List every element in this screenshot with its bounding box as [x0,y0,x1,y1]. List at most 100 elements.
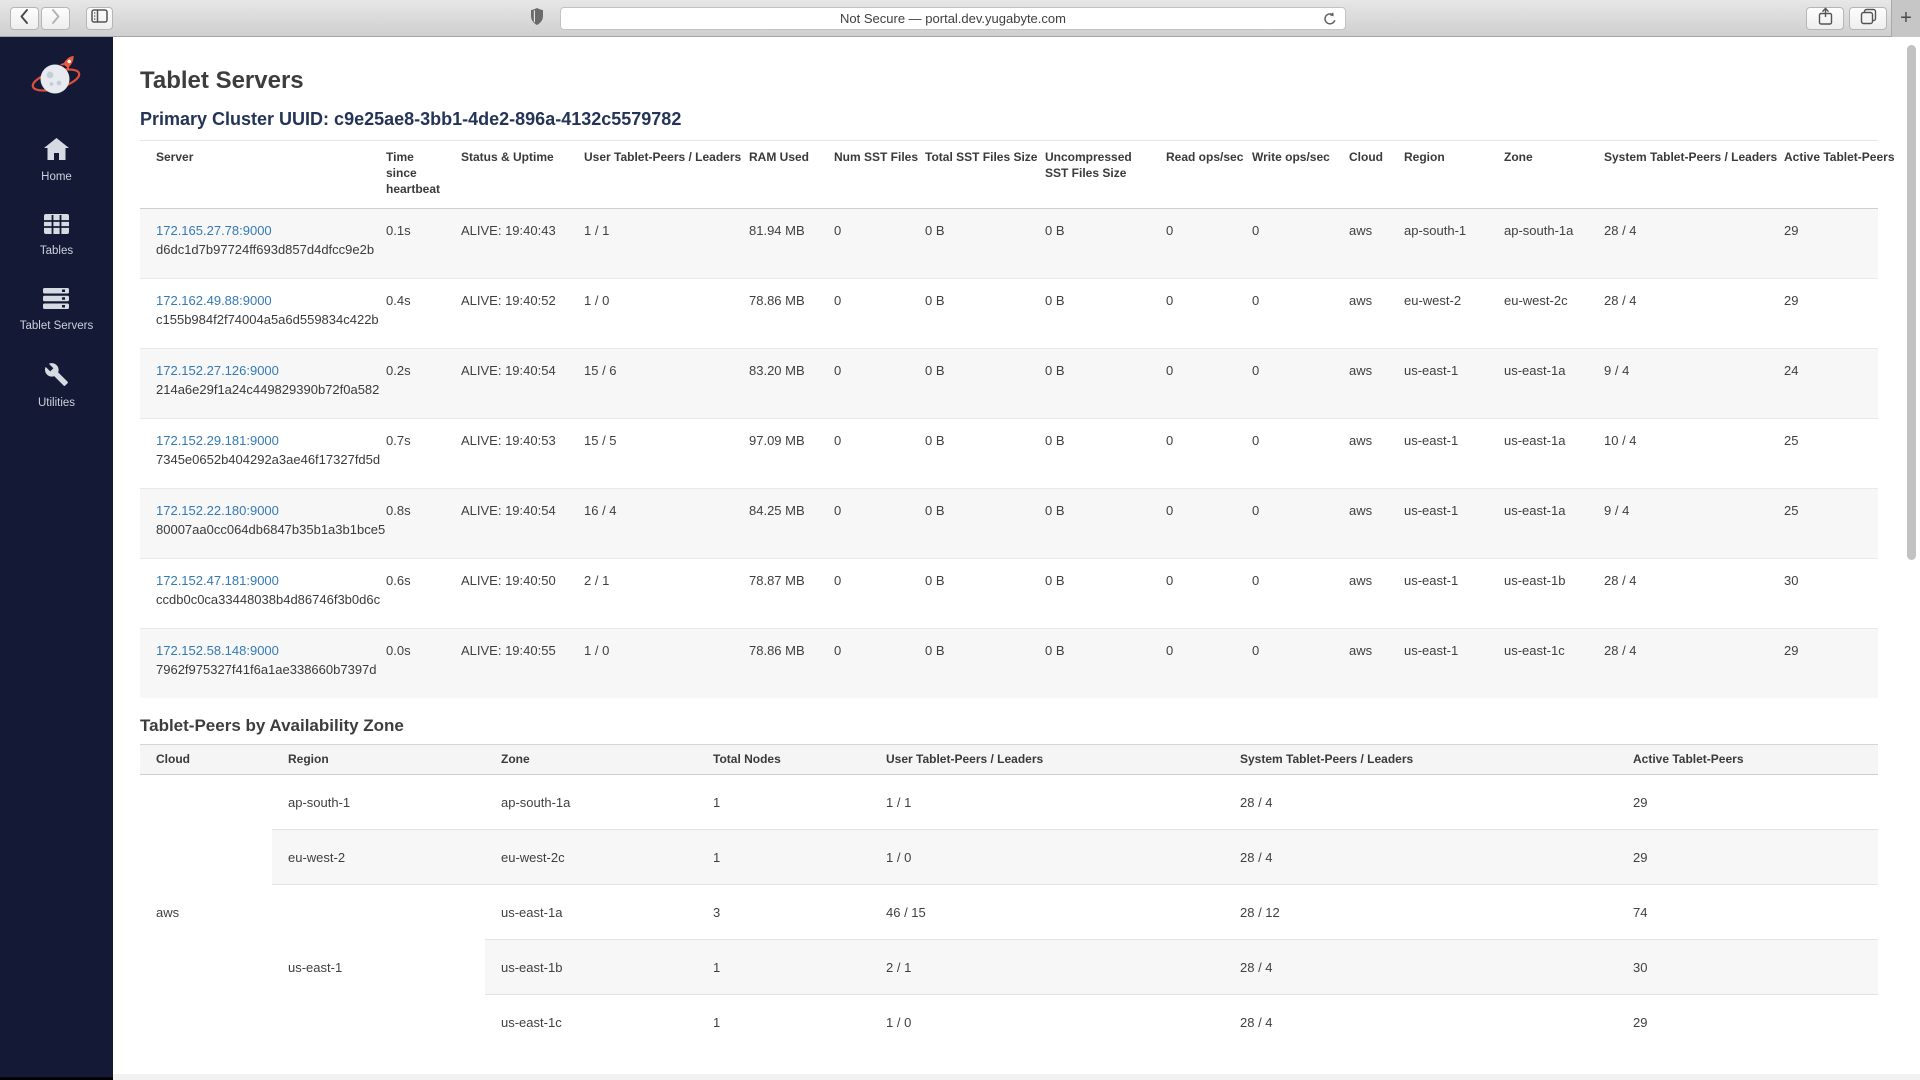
sidebar: Home Tables Tablet Servers Utilities [0,37,113,1080]
back-button[interactable] [10,7,39,30]
cell-cloud: aws [1333,348,1388,418]
server-uuid: 7345e0652b404292a3ae46f17327fd5d [156,452,366,467]
cell-ram: 81.94 MB [733,208,818,278]
cell-zone: us-east-1a [1488,488,1588,558]
cell-uncompressed-sst: 0 B [1029,348,1150,418]
forward-icon [49,7,62,31]
cell-write-ops: 0 [1236,278,1333,348]
cell-active-peers: 24 [1768,348,1878,418]
cell-cloud: aws [1333,278,1388,348]
cell-active-peers: 29 [1617,830,1878,885]
cell-read-ops: 0 [1150,628,1236,698]
yugabyte-logo[interactable] [0,51,113,103]
cell-user-peers: 1 / 1 [568,208,733,278]
cell-region: us-east-1 [1388,488,1488,558]
cell-active-peers: 25 [1768,418,1878,488]
cell-active-peers: 30 [1768,558,1878,628]
cell-uncompressed-sst: 0 B [1029,418,1150,488]
cell-region: ap-south-1 [272,775,485,830]
cell-active-peers: 74 [1617,885,1878,940]
cell-status: ALIVE: 19:40:52 [445,278,568,348]
server-link[interactable]: 172.162.49.88:9000 [156,293,366,308]
forward-button[interactable] [41,7,70,30]
cell-system-peers: 28 / 4 [1224,995,1617,1050]
cell-cloud: aws [1333,208,1388,278]
server-link[interactable]: 172.152.29.181:9000 [156,433,366,448]
cell-zone: us-east-1c [485,995,697,1050]
cell-user-peers: 1 / 0 [568,628,733,698]
cell-system-peers: 28 / 4 [1588,628,1768,698]
server-uuid: ccdb0c0ca33448038b4d86746f3b0d6c [156,592,366,607]
cell-uncompressed-sst: 0 B [1029,488,1150,558]
tabs-icon [1860,8,1877,30]
cell-server: 172.152.22.180:9000 80007aa0cc064db6847b… [140,488,370,558]
server-uuid: 80007aa0cc064db6847b35b1a3b1bce5 [156,522,366,537]
sidebar-item-utilities[interactable]: Utilities [38,362,75,409]
cell-active-peers: 29 [1768,208,1878,278]
server-row: 172.152.47.181:9000 ccdb0c0ca33448038b4d… [140,558,1878,628]
tab-overview-button[interactable] [1849,7,1887,30]
cell-system-peers: 28 / 4 [1588,208,1768,278]
cell-cloud: aws [1333,628,1388,698]
cell-total-sst: 0 B [909,488,1029,558]
sidebar-item-tablet-servers[interactable]: Tablet Servers [20,287,94,332]
sidebar-toggle-button[interactable] [86,7,113,30]
col-user-peers: User Tablet-Peers / Leaders [870,745,1224,775]
cell-user-peers: 2 / 1 [870,940,1224,995]
cell-ram: 78.87 MB [733,558,818,628]
cell-heartbeat: 0.6s [370,558,445,628]
cell-total-sst: 0 B [909,348,1029,418]
cell-heartbeat: 0.1s [370,208,445,278]
page-scrollbar-thumb[interactable] [1907,45,1916,560]
server-link[interactable]: 172.152.47.181:9000 [156,573,366,588]
servers-header-row: Server Time since heartbeat Status & Upt… [140,141,1878,208]
reload-button[interactable] [1322,11,1338,27]
content-blocker-shield-button[interactable] [529,9,545,29]
cell-system-peers: 28 / 4 [1224,940,1617,995]
cell-write-ops: 0 [1236,558,1333,628]
server-row: 172.165.27.78:9000 d6dc1d7b97724ff693d85… [140,208,1878,278]
cell-server: 172.152.58.148:9000 7962f975327f41f6a1ae… [140,628,370,698]
new-tab-button[interactable]: + [1891,0,1920,37]
cell-region: us-east-1 [272,885,485,1050]
cell-ram: 97.09 MB [733,418,818,488]
share-button[interactable] [1806,7,1844,30]
cell-zone: ap-south-1a [485,775,697,830]
cell-zone: eu-west-2c [1488,278,1588,348]
cell-region: eu-west-2 [272,830,485,885]
server-link[interactable]: 172.152.27.126:9000 [156,363,366,378]
cell-uncompressed-sst: 0 B [1029,278,1150,348]
cell-system-peers: 28 / 4 [1588,558,1768,628]
server-link[interactable]: 172.165.27.78:9000 [156,223,366,238]
col-server: Server [140,141,370,208]
cell-region: us-east-1 [1388,558,1488,628]
col-total-nodes: Total Nodes [697,745,870,775]
cell-status: ALIVE: 19:40:54 [445,348,568,418]
cell-read-ops: 0 [1150,418,1236,488]
sidebar-panel-icon [91,9,108,28]
cell-region: ap-south-1 [1388,208,1488,278]
col-region: Region [272,745,485,775]
cell-region: us-east-1 [1388,348,1488,418]
cell-user-peers: 15 / 6 [568,348,733,418]
server-link[interactable]: 172.152.58.148:9000 [156,643,366,658]
sidebar-item-label: Home [41,171,72,183]
cell-active-peers: 29 [1768,628,1878,698]
col-zone: Zone [485,745,697,775]
server-row: 172.162.49.88:9000 c155b984f2f74004a5a6d… [140,278,1878,348]
col-region: Region [1388,141,1488,208]
az-table: Cloud Region Zone Total Nodes User Table… [140,744,1878,1050]
cell-ram: 83.20 MB [733,348,818,418]
cell-cloud: aws [140,775,272,1050]
sidebar-item-home[interactable]: Home [41,137,72,183]
cluster-uuid-heading: Primary Cluster UUID: c9e25ae8-3bb1-4de2… [140,109,1878,141]
az-header-row: Cloud Region Zone Total Nodes User Table… [140,745,1878,775]
cell-server: 172.152.29.181:9000 7345e0652b404292a3ae… [140,418,370,488]
server-link[interactable]: 172.152.22.180:9000 [156,503,366,518]
cell-num-sst: 0 [818,278,909,348]
cell-num-sst: 0 [818,628,909,698]
sidebar-item-tables[interactable]: Tables [40,213,73,257]
cell-zone: us-east-1a [485,885,697,940]
cell-total-nodes: 1 [697,995,870,1050]
address-bar[interactable]: Not Secure — portal.dev.yugabyte.com [560,7,1346,30]
